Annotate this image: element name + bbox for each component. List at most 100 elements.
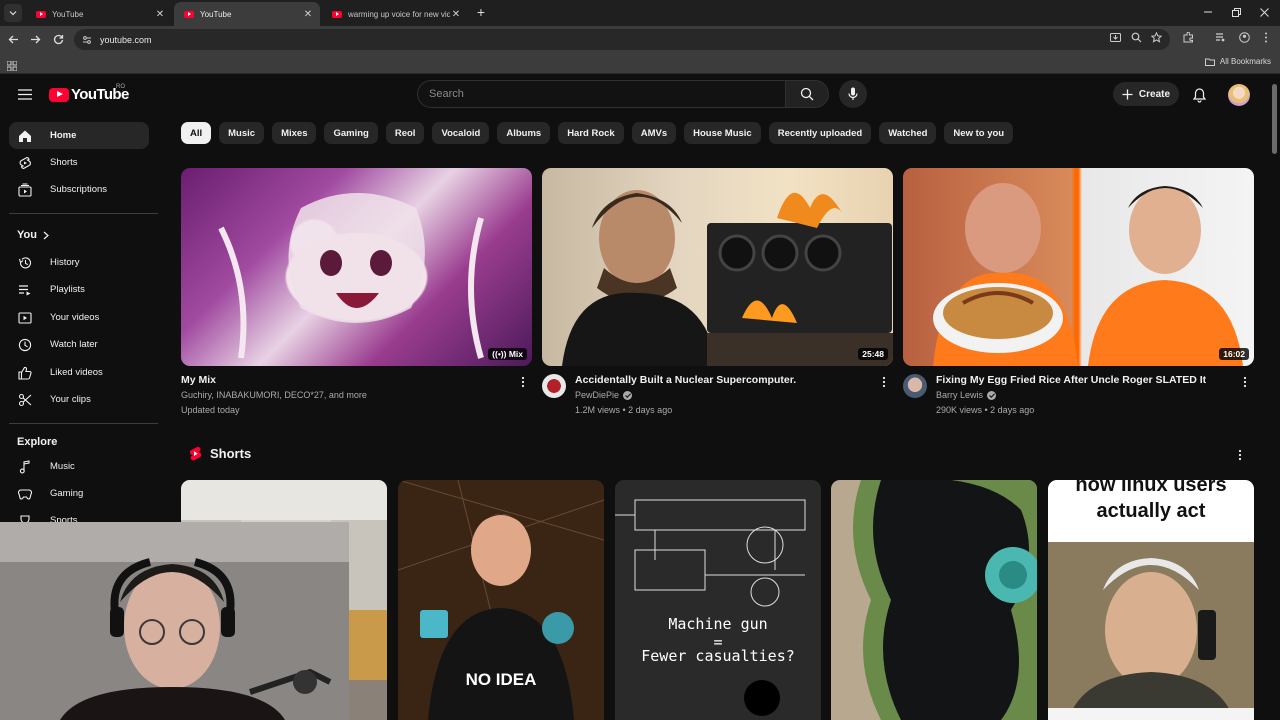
browser-toolbar: youtube.com xyxy=(0,26,1280,53)
video-thumbnail[interactable]: 16:02 xyxy=(903,168,1254,366)
video-title[interactable]: Accidentally Built a Nuclear Supercomput… xyxy=(575,374,875,386)
install-app-button[interactable] xyxy=(1108,30,1122,44)
page-scrollbar[interactable] xyxy=(1272,84,1277,154)
sidebar-item-history[interactable]: History xyxy=(9,249,149,276)
short-card-2[interactable]: NO IDEA xyxy=(398,480,604,720)
sidebar-explore-heading: Explore xyxy=(17,436,57,448)
create-button[interactable]: Create xyxy=(1113,82,1179,106)
back-button[interactable] xyxy=(5,31,22,48)
video-title[interactable]: Fixing My Egg Fried Rice After Uncle Rog… xyxy=(936,374,1236,386)
tab-search-button[interactable] xyxy=(4,4,22,22)
chip-mixes[interactable]: Mixes xyxy=(272,122,317,144)
chip-all[interactable]: All xyxy=(181,122,212,144)
chip-recently-uploaded[interactable]: Recently uploaded xyxy=(768,122,872,144)
guide-menu-button[interactable] xyxy=(14,83,36,105)
search-input[interactable] xyxy=(429,88,785,100)
sidebar-item-music[interactable]: Music xyxy=(9,453,149,480)
short-card-5[interactable]: how linux users actually act xyxy=(1048,480,1254,720)
extensions-button[interactable] xyxy=(1181,30,1195,44)
back-arrow-icon xyxy=(8,35,18,44)
chip-vocaloid[interactable]: Vocaloid xyxy=(432,122,490,144)
sidebar-item-gaming[interactable]: Gaming xyxy=(9,480,149,507)
channel-name[interactable]: Barry Lewis xyxy=(936,390,997,400)
zoom-button[interactable] xyxy=(1129,30,1143,44)
sidebar-item-subscriptions[interactable]: Subscriptions xyxy=(9,176,149,203)
kebab-menu-icon xyxy=(521,376,525,388)
sidebar-item-your-videos[interactable]: Your videos xyxy=(9,304,149,331)
chip-new-to-you[interactable]: New to you xyxy=(944,122,1014,144)
sidebar-item-watch-later[interactable]: Watch later xyxy=(9,331,149,358)
watch-later-icon xyxy=(17,337,33,353)
channel-name[interactable]: PewDiePie xyxy=(575,390,633,400)
chip-amvs[interactable]: AMVs xyxy=(631,122,677,144)
close-tab-icon[interactable]: ✕ xyxy=(154,9,166,20)
short-overlay-line-1: Machine gun xyxy=(668,615,768,633)
video-title[interactable]: My Mix xyxy=(181,374,501,386)
sidebar-item-playlists[interactable]: Playlists xyxy=(9,276,149,303)
chip-gaming[interactable]: Gaming xyxy=(324,122,378,144)
browser-menu-button[interactable] xyxy=(1259,30,1273,44)
video-more-button[interactable] xyxy=(879,374,889,390)
search-button[interactable] xyxy=(785,80,829,108)
video-more-button[interactable] xyxy=(518,374,528,390)
close-icon xyxy=(1259,7,1269,17)
address-bar[interactable]: youtube.com xyxy=(74,29,1170,50)
video-thumbnail[interactable]: 25:48 xyxy=(542,168,893,366)
account-avatar[interactable] xyxy=(1228,84,1250,106)
close-window-button[interactable] xyxy=(1256,4,1272,20)
video-duration: 16:02 xyxy=(1219,348,1249,360)
sidebar-item-home[interactable]: Home xyxy=(9,122,149,149)
chip-house-music[interactable]: House Music xyxy=(684,122,761,144)
bookmark-star-button[interactable] xyxy=(1149,30,1163,44)
sidebar-you-heading[interactable]: You xyxy=(17,229,49,241)
short-overlay-text: NO IDEA xyxy=(465,670,537,689)
close-tab-icon[interactable]: ✕ xyxy=(302,9,314,20)
minimize-button[interactable] xyxy=(1200,4,1216,20)
channel-avatar[interactable] xyxy=(542,374,566,398)
sidebar-item-your-clips[interactable]: Your clips xyxy=(9,386,149,413)
voice-search-button[interactable] xyxy=(839,80,867,108)
sidebar-item-liked-videos[interactable]: Liked videos xyxy=(9,359,149,386)
sidebar-item-label: Your videos xyxy=(50,312,100,323)
short-card-4[interactable] xyxy=(831,480,1037,720)
chip-hard-rock[interactable]: Hard Rock xyxy=(558,122,624,144)
youtube-favicon-icon xyxy=(36,10,46,18)
browser-tab-3[interactable]: warming up voice for new vide ✕ xyxy=(322,2,468,26)
pool-aerial-thumbnail xyxy=(831,480,1037,720)
video-card-my-mix[interactable]: ((•)) Mix My Mix Guchiry, INABAKUMORI, D… xyxy=(181,168,532,422)
browser-tabstrip: YouTube ✕ YouTube ✕ warming up voice for… xyxy=(0,0,1280,26)
browser-tab-2[interactable]: YouTube ✕ xyxy=(174,2,320,26)
restore-button[interactable] xyxy=(1228,4,1244,20)
sidebar-item-shorts[interactable]: Shorts xyxy=(9,149,149,176)
shorts-more-button[interactable] xyxy=(1233,447,1247,463)
youtube-logo[interactable]: YouTube RO xyxy=(49,84,129,103)
video-meta: Accidentally Built a Nuclear Supercomput… xyxy=(542,366,893,422)
chip-reol[interactable]: Reol xyxy=(385,122,425,144)
chip-watched[interactable]: Watched xyxy=(879,122,937,144)
close-tab-icon[interactable]: ✕ xyxy=(450,9,462,20)
mix-badge: ((•)) Mix xyxy=(488,348,527,360)
reload-button[interactable] xyxy=(50,31,67,48)
video-thumbnail[interactable]: ((•)) Mix xyxy=(181,168,532,366)
new-tab-button[interactable]: + xyxy=(474,4,488,20)
kebab-menu-icon xyxy=(882,376,886,388)
video-more-button[interactable] xyxy=(1240,374,1250,390)
notifications-button[interactable] xyxy=(1188,84,1210,106)
chip-albums[interactable]: Albums xyxy=(497,122,551,144)
browser-tab-1[interactable]: YouTube ✕ xyxy=(26,2,172,26)
media-queue-icon xyxy=(1215,32,1224,41)
forward-button[interactable] xyxy=(27,31,44,48)
short-card-3[interactable]: Machine gun = Fewer casualties? xyxy=(615,480,821,720)
video-card-supercomputer[interactable]: 25:48 Accidentally Built a Nuclear Super… xyxy=(542,168,893,422)
kebab-menu-icon xyxy=(1238,449,1242,461)
playlists-icon xyxy=(17,282,33,298)
plus-icon xyxy=(1122,89,1133,99)
all-bookmarks-button[interactable]: All Bookmarks xyxy=(1204,57,1271,66)
sidebar-item-label: Playlists xyxy=(50,284,85,295)
channel-avatar[interactable] xyxy=(903,374,927,398)
video-card-egg-fried-rice[interactable]: 16:02 Fixing My Egg Fried Rice After Unc… xyxy=(903,168,1254,422)
media-controls-button[interactable] xyxy=(1213,30,1227,44)
puzzle-icon xyxy=(1183,31,1193,42)
chip-music[interactable]: Music xyxy=(219,122,265,144)
profile-button[interactable] xyxy=(1237,30,1251,44)
